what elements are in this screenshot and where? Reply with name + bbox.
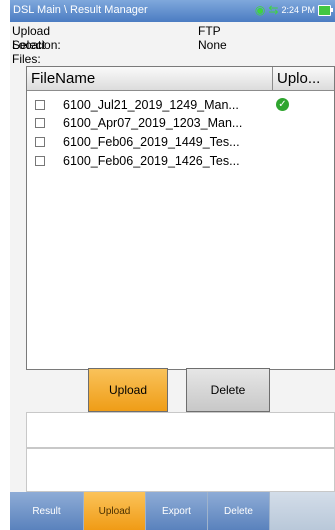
upload-button[interactable]: Upload	[88, 368, 168, 412]
status-panel	[26, 412, 335, 448]
delete-button[interactable]: Delete	[186, 368, 270, 412]
status-area: ◉ ⇆ 2:24 PM	[254, 3, 333, 17]
table-row[interactable]: 6100_Apr07_2019_1203_Man...	[27, 114, 334, 133]
row-checkbox[interactable]	[35, 156, 45, 166]
tab-export[interactable]: Export	[146, 492, 208, 530]
tab-empty[interactable]	[270, 492, 335, 530]
file-name: 6100_Feb06_2019_1426_Tes...	[63, 154, 240, 168]
file-name: 6100_Apr07_2019_1203_Man...	[63, 116, 243, 130]
row-checkbox[interactable]	[35, 118, 45, 128]
message-panel	[26, 448, 335, 492]
window-title: DSL Main \ Result Manager	[13, 4, 148, 16]
tab-result[interactable]: Result	[10, 492, 84, 530]
row-checkbox[interactable]	[35, 137, 45, 147]
table-row[interactable]: 6100_Feb06_2019_1426_Tes...	[27, 152, 334, 171]
battery-icon	[318, 4, 333, 16]
check-circle-icon: ✓	[276, 98, 289, 111]
column-header-filename[interactable]: FileName	[31, 70, 95, 87]
file-table: FileName Uplo... 6100_Jul21_2019_1249_Ma…	[26, 66, 335, 370]
device-screen: DSL Main \ Result Manager ◉ ⇆ 2:24 PM Up…	[10, 0, 335, 530]
clock: 2:24 PM	[281, 5, 315, 15]
upload-location-value[interactable]: FTP	[198, 24, 221, 38]
file-name: 6100_Jul21_2019_1249_Man...	[63, 98, 239, 112]
file-name: 6100_Feb06_2019_1449_Tes...	[63, 135, 240, 149]
table-row[interactable]: 6100_Feb06_2019_1449_Tes...	[27, 133, 334, 152]
bottom-tab-bar: Result Upload Export Delete	[10, 492, 335, 530]
row-checkbox[interactable]	[35, 100, 45, 110]
table-row[interactable]: 6100_Jul21_2019_1249_Man... ✓	[27, 96, 334, 115]
wifi-icon: ◉	[254, 3, 266, 17]
tab-upload[interactable]: Upload	[84, 492, 146, 530]
column-header-upload[interactable]: Uplo...	[277, 70, 320, 87]
tab-delete[interactable]: Delete	[208, 492, 270, 530]
table-header: FileName Uplo...	[27, 67, 334, 91]
transfer-arrows-icon: ⇆	[268, 3, 279, 17]
column-divider[interactable]	[272, 67, 273, 90]
title-bar: DSL Main \ Result Manager ◉ ⇆ 2:24 PM	[10, 0, 335, 22]
select-files-value[interactable]: None	[198, 38, 227, 52]
select-files-label: Select Files:	[12, 38, 46, 66]
